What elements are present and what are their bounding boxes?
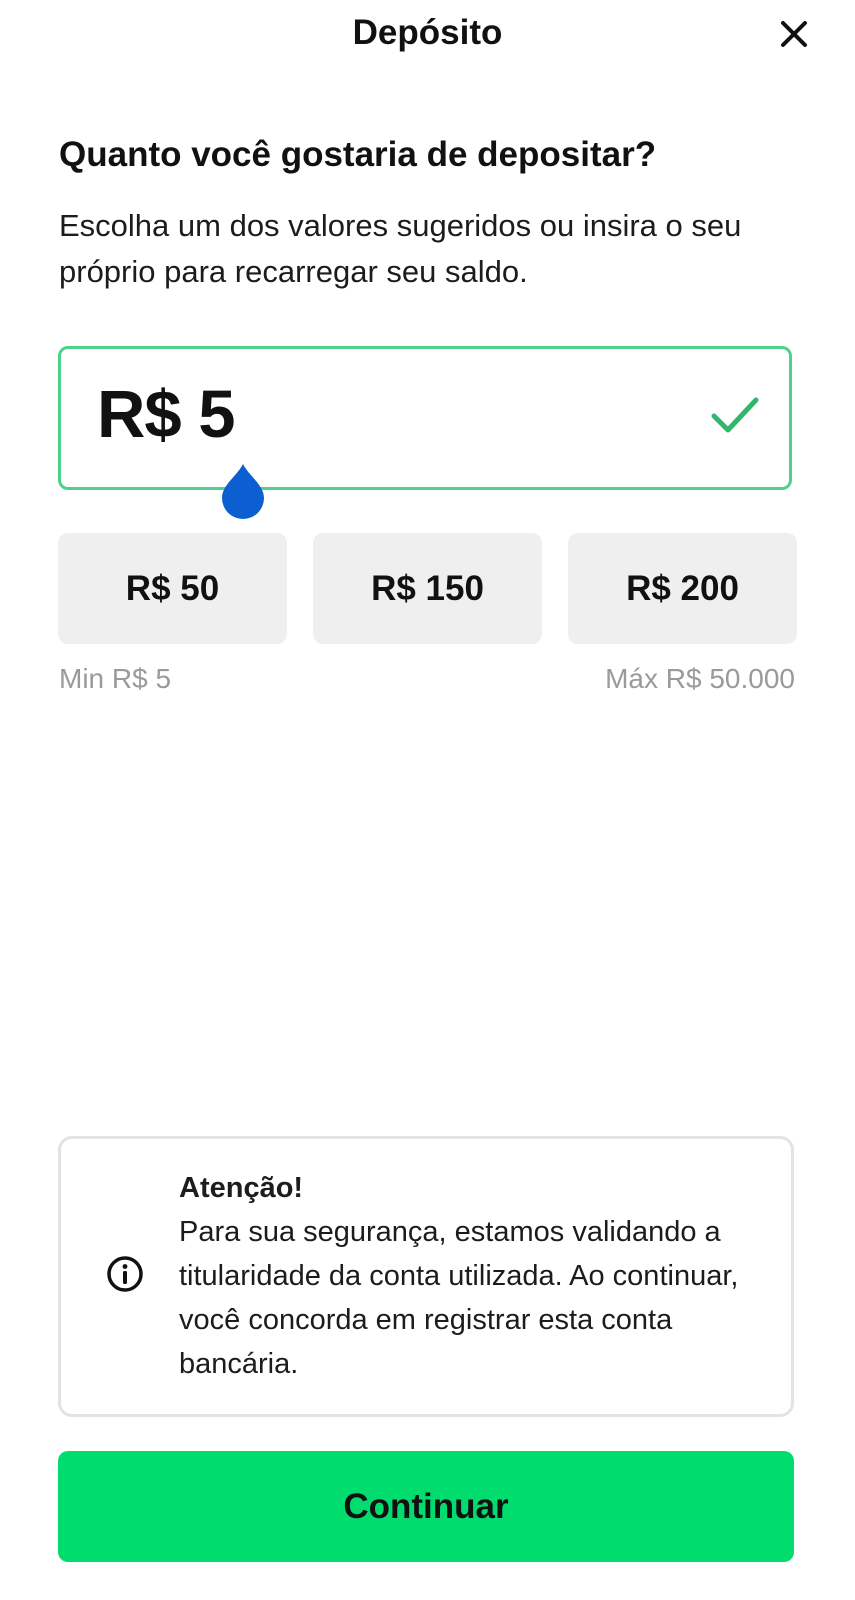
- suggested-amount-150-button[interactable]: R$ 150: [313, 533, 542, 644]
- notice-body: Para sua segurança, estamos validando a …: [179, 1216, 739, 1380]
- max-amount-label: Máx R$ 50.000: [605, 663, 795, 694]
- security-notice: Atenção! Para sua segurança, estamos val…: [58, 1136, 794, 1417]
- close-icon: [781, 21, 807, 47]
- check-icon: [711, 397, 759, 433]
- continue-button[interactable]: Continuar: [58, 1451, 794, 1562]
- text-cursor-handle-icon[interactable]: [220, 462, 266, 520]
- page-title: Depósito: [352, 13, 503, 52]
- info-icon: [107, 1256, 143, 1292]
- close-button[interactable]: [772, 12, 816, 56]
- suggested-amount-200-button[interactable]: R$ 200: [568, 533, 797, 644]
- notice-title: Atenção!: [179, 1172, 304, 1204]
- notice-content: Atenção! Para sua segurança, estamos val…: [179, 1166, 779, 1386]
- amount-value: R$ 5: [97, 377, 236, 452]
- min-amount-label: Min R$ 5: [59, 663, 172, 694]
- suggested-amount-50-button[interactable]: R$ 50: [58, 533, 287, 644]
- amount-input[interactable]: R$ 5: [58, 346, 792, 490]
- deposit-question-heading: Quanto você gostaria de depositar?: [59, 135, 657, 174]
- deposit-instructions: Escolha um dos valores sugeridos ou insi…: [59, 208, 742, 289]
